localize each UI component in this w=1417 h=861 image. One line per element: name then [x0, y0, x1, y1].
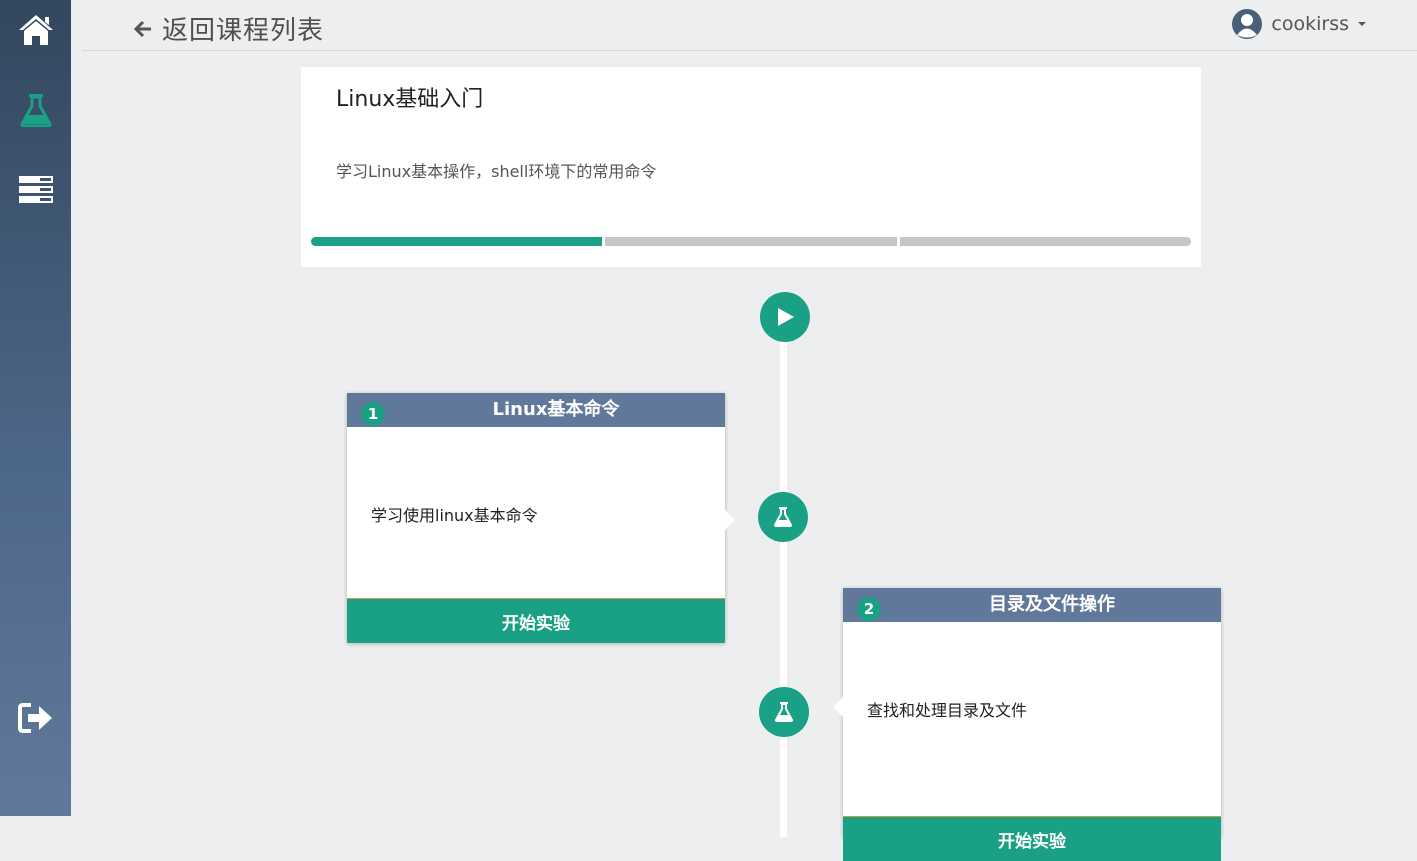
top-bar: 返回课程列表 cookirss	[82, 0, 1417, 51]
progress-segment	[605, 237, 897, 246]
play-icon	[778, 308, 794, 326]
flask-icon	[773, 507, 793, 527]
lab-card: 1 Linux基本命令 学习使用linux基本命令 开始实验	[347, 393, 735, 643]
flask-icon	[19, 94, 52, 127]
home-icon	[18, 15, 53, 45]
sidebar-item-home[interactable]	[0, 0, 71, 60]
back-to-courses-link[interactable]: 返回课程列表	[134, 10, 324, 47]
timeline-line	[780, 317, 787, 837]
progress-segment	[311, 237, 603, 246]
server-icon	[18, 176, 53, 203]
user-menu[interactable]: cookirss	[1231, 8, 1367, 40]
logout-button[interactable]	[0, 688, 71, 748]
course-progress-bar	[311, 237, 1191, 246]
course-info-card: Linux基础入门 学习Linux基本操作，shell环境下的常用命令	[301, 67, 1201, 267]
lab-card: 2 目录及文件操作 查找和处理目录及文件 开始实验	[833, 588, 1221, 861]
course-title: Linux基础入门	[336, 87, 484, 112]
course-description: 学习Linux基本操作，shell环境下的常用命令	[336, 162, 657, 181]
sign-out-icon	[17, 703, 52, 733]
arrow-left-icon	[134, 20, 151, 37]
sidebar	[0, 0, 71, 816]
flask-icon	[774, 702, 794, 722]
lab-title: Linux基本命令	[492, 399, 620, 420]
username: cookirss	[1271, 13, 1349, 35]
lab-description: 查找和处理目录及文件	[867, 701, 1028, 720]
lab-node-1[interactable]	[758, 492, 808, 542]
card-pointer	[725, 510, 735, 530]
sidebar-item-courses[interactable]	[0, 160, 71, 220]
card-pointer	[833, 697, 843, 717]
lab-card-header: 2 目录及文件操作	[843, 588, 1221, 622]
lab-card-header: 1 Linux基本命令	[347, 393, 725, 427]
caret-down-icon	[1358, 22, 1366, 26]
lab-description: 学习使用linux基本命令	[371, 506, 538, 525]
lab-node-2[interactable]	[759, 687, 809, 737]
lab-title: 目录及文件操作	[989, 594, 1115, 615]
back-link-label: 返回课程列表	[162, 16, 325, 46]
sidebar-item-labs[interactable]	[0, 80, 71, 140]
lab-number-badge: 1	[361, 402, 385, 426]
user-avatar-icon	[1232, 9, 1263, 39]
lab-number-badge: 2	[857, 597, 881, 621]
progress-segment	[899, 237, 1191, 246]
start-node[interactable]	[760, 292, 810, 342]
start-lab-button[interactable]: 开始实验	[347, 598, 725, 643]
start-lab-button[interactable]: 开始实验	[843, 816, 1221, 861]
